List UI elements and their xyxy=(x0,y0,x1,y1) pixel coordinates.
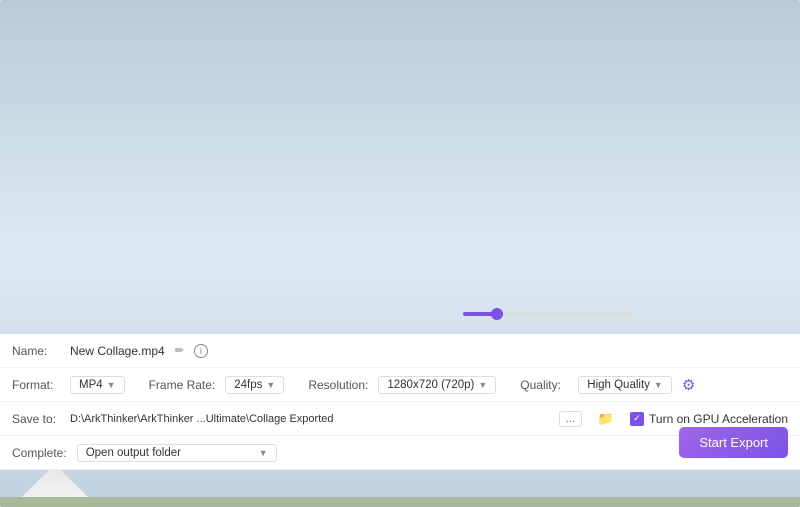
format-arrow: ▼ xyxy=(107,380,116,390)
framerate-label: Frame Rate: xyxy=(149,378,216,392)
main-video-area: 00:00:08 ⊞ xyxy=(0,95,800,295)
complete-value: Open output folder xyxy=(86,447,181,459)
resolution-label: Resolution: xyxy=(308,378,368,392)
quality-dropdown[interactable]: High Quality ▼ xyxy=(578,376,672,394)
progress-thumb[interactable] xyxy=(491,308,503,320)
format-dropdown[interactable]: MP4 ▼ xyxy=(70,376,125,394)
quality-value: High Quality xyxy=(587,379,650,391)
framerate-value: 24fps xyxy=(234,379,262,391)
name-value: New Collage.mp4 xyxy=(70,344,165,358)
progress-fill xyxy=(463,312,493,316)
edit-icon[interactable]: ✏ xyxy=(175,344,184,357)
resolution-arrow: ▼ xyxy=(478,380,487,390)
gpu-checkbox-area[interactable]: ✓ Turn on GPU Acceleration xyxy=(630,412,788,426)
resolution-dropdown[interactable]: 1280x720 (720p) ▼ xyxy=(378,376,496,394)
format-row: Format: MP4 ▼ Frame Rate: 24fps ▼ Resolu… xyxy=(0,368,800,402)
quality-arrow: ▼ xyxy=(654,380,663,390)
folder-icon[interactable]: 📁 xyxy=(592,409,620,429)
format-label: Format: xyxy=(12,378,60,392)
complete-arrow: ▼ xyxy=(259,448,268,458)
save-path: D:\ArkThinker\ArkThinker ...Ultimate\Col… xyxy=(70,413,549,425)
name-label: Name: xyxy=(12,344,60,358)
gpu-checkbox[interactable]: ✓ xyxy=(630,412,644,426)
saveto-label: Save to: xyxy=(12,412,60,426)
framerate-dropdown[interactable]: 24fps ▼ xyxy=(225,376,284,394)
preview-panel xyxy=(415,95,800,295)
name-row: Name: New Collage.mp4 ✏ i xyxy=(0,334,800,368)
settings-gear-icon[interactable]: ⚙ xyxy=(682,376,695,394)
complete-label: Complete: xyxy=(12,446,67,460)
preview-small-thumb xyxy=(650,160,760,230)
info-icon[interactable]: i xyxy=(194,344,208,358)
gpu-label: Turn on GPU Acceleration xyxy=(649,412,788,426)
complete-dropdown[interactable]: Open output folder ▼ xyxy=(77,444,277,462)
format-value: MP4 xyxy=(79,379,103,391)
preview-ground xyxy=(0,497,800,507)
resolution-value: 1280x720 (720p) xyxy=(387,379,474,391)
quality-label: Quality: xyxy=(520,378,568,392)
preview-black-area xyxy=(610,95,800,295)
more-button[interactable]: ... xyxy=(559,411,582,427)
progress-track[interactable] xyxy=(463,312,635,316)
framerate-arrow: ▼ xyxy=(266,380,275,390)
start-export-button[interactable]: Start Export xyxy=(679,427,788,458)
checkmark: ✓ xyxy=(633,413,641,424)
settings-area: Name: New Collage.mp4 ✏ i Format: MP4 ▼ … xyxy=(0,334,800,470)
